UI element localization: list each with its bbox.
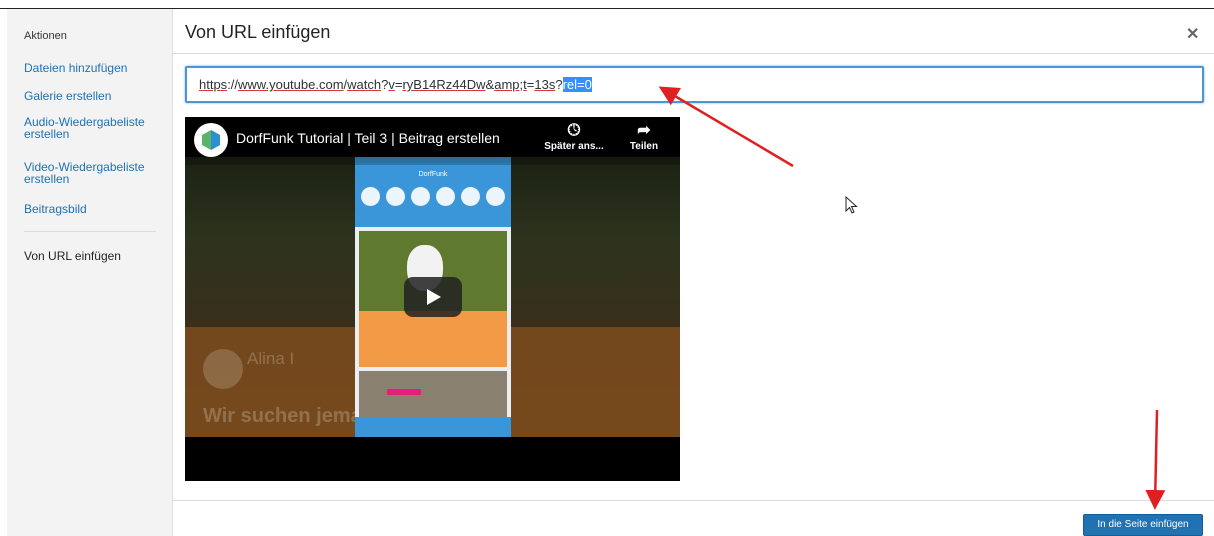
video-embed-preview[interactable]: Alina I Wir suchen jema e Hündin Mina Do… bbox=[185, 117, 680, 481]
modal-title: Von URL einfügen bbox=[185, 22, 331, 42]
watch-later-button[interactable]: 🕓︎ Später ans... bbox=[539, 121, 609, 152]
mouse-cursor-icon bbox=[845, 196, 858, 214]
url-input-value: https://www.youtube.com/watch?v=ryB14Rz4… bbox=[199, 77, 592, 92]
sidebar-item-insert-from-url[interactable]: Von URL einfügen bbox=[24, 249, 121, 263]
ghost-name: Alina I bbox=[247, 349, 295, 368]
insert-into-page-button[interactable]: In die Seite einfügen bbox=[1083, 514, 1203, 536]
phone-post-text bbox=[359, 311, 507, 367]
sidebar-heading: Aktionen bbox=[24, 30, 67, 42]
play-icon bbox=[427, 289, 441, 305]
sidebar-item-add-files[interactable]: Dateien hinzufügen bbox=[24, 62, 127, 74]
phone-post-image-2 bbox=[359, 371, 507, 421]
watch-later-label: Später ans... bbox=[544, 141, 604, 152]
share-button[interactable]: ➦ Teilen bbox=[621, 121, 667, 152]
url-input[interactable]: https://www.youtube.com/watch?v=ryB14Rz4… bbox=[185, 66, 1204, 103]
sidebar-separator bbox=[24, 231, 156, 232]
pencil-icon bbox=[436, 187, 455, 206]
channel-logo-icon[interactable] bbox=[194, 123, 228, 157]
share-icon: ➦ bbox=[637, 122, 651, 139]
news-icon bbox=[411, 187, 430, 206]
phone-app-title: DorfFunk bbox=[418, 171, 448, 178]
phone-icon-row bbox=[361, 187, 511, 206]
phone-tabbar bbox=[355, 417, 511, 437]
header-divider bbox=[173, 53, 1214, 54]
hand-icon bbox=[361, 187, 380, 206]
phone-header: DorfFunk bbox=[355, 157, 511, 227]
media-sidebar: Aktionen Dateien hinzufügen Galerie erst… bbox=[7, 9, 173, 536]
video-title[interactable]: DorfFunk Tutorial | Teil 3 | Beitrag ers… bbox=[236, 130, 500, 146]
cube-side-icon bbox=[211, 130, 220, 150]
url-selection: rel=0 bbox=[562, 77, 592, 92]
ghost-avatar bbox=[203, 349, 243, 389]
sidebar-item-create-gallery[interactable]: Galerie erstellen bbox=[24, 90, 111, 102]
video-bottom-bar bbox=[185, 437, 680, 481]
sidebar-item-video-playlist[interactable]: Video-Wiedergabeliste erstellen bbox=[24, 161, 164, 185]
play-button[interactable] bbox=[404, 277, 462, 317]
sidebar-item-featured-image[interactable]: Beitragsbild bbox=[24, 203, 87, 215]
more-icon bbox=[486, 187, 505, 206]
annotation-arrow-button bbox=[1145, 409, 1166, 510]
chat-icon bbox=[386, 187, 405, 206]
video-title-bar: DorfFunk Tutorial | Teil 3 | Beitrag ers… bbox=[185, 117, 680, 165]
close-icon[interactable]: ✕ bbox=[1186, 24, 1199, 44]
sidebar-item-audio-playlist[interactable]: Audio-Wiedergabeliste erstellen bbox=[24, 116, 164, 140]
clock-icon: 🕓︎ bbox=[567, 122, 581, 139]
footer-divider bbox=[173, 500, 1214, 501]
pink-arrow bbox=[387, 389, 421, 395]
media-modal: Aktionen Dateien hinzufügen Galerie erst… bbox=[0, 0, 1214, 536]
share-label: Teilen bbox=[629, 141, 659, 152]
binoculars-icon bbox=[461, 187, 480, 206]
top-border bbox=[0, 8, 1214, 9]
